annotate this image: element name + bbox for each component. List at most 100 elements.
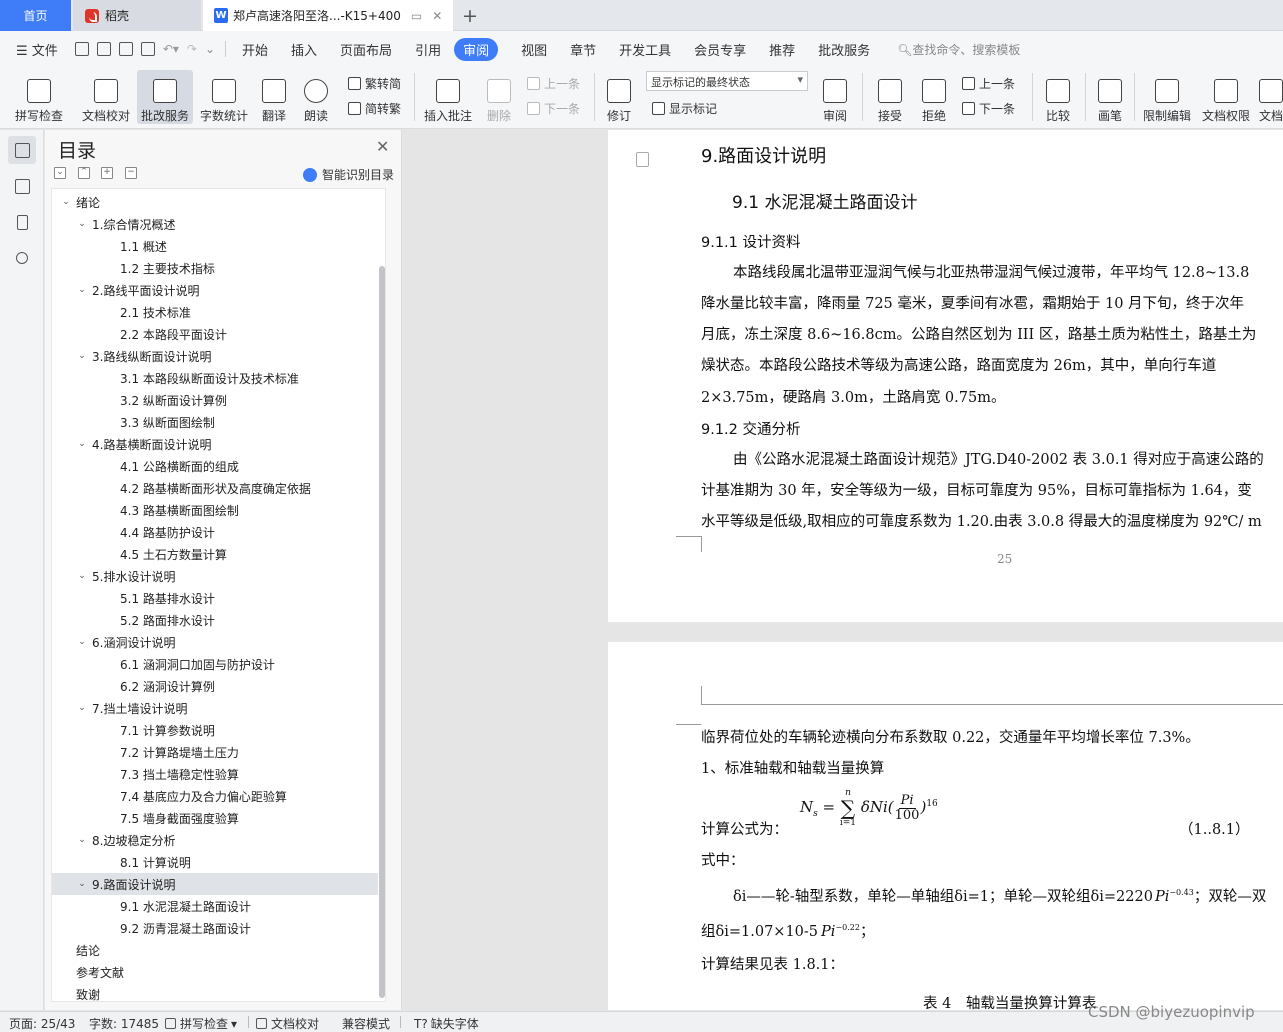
toc-item[interactable]: ⌄ 9.路面设计说明 (52, 873, 378, 895)
read-aloud-button[interactable]: 朗读 (299, 70, 333, 124)
revise-button[interactable]: 修订 (600, 70, 638, 124)
next-change-button[interactable]: 下一条 (962, 100, 1015, 117)
doc-rights-button[interactable]: 文档权限 (1199, 70, 1253, 124)
toc-item[interactable]: 5.2 路面排水设计 (52, 609, 378, 631)
toc-item[interactable]: 7.1 计算参数说明 (52, 719, 378, 741)
toc-item[interactable]: ⌄ 1.综合情况概述 (52, 213, 378, 235)
tab-document[interactable]: W 郑卢高速洛阳至洛...-K15+400 ▭ ✕ (203, 0, 453, 31)
chevron-down-icon[interactable]: ⌄ (76, 219, 88, 229)
toc-item[interactable]: 4.5 土石方数量计算 (52, 543, 378, 565)
toc-item[interactable]: ⌄ 6.涵洞设计说明 (52, 631, 378, 653)
expand-up-icon[interactable]: ⌃ (78, 167, 90, 179)
toc-item[interactable]: 4.4 路基防护设计 (52, 521, 378, 543)
toc-item[interactable]: 9.2 沥青混凝土路面设计 (52, 917, 378, 939)
toc-item[interactable]: 7.2 计算路堤墙土压力 (52, 741, 378, 763)
toc-item[interactable]: 2.1 技术标准 (52, 301, 378, 323)
toc-item[interactable]: ⌄ 绪论 (52, 191, 378, 213)
delete-comment-button[interactable]: 删除 (480, 70, 518, 124)
command-search[interactable]: 🔍︎查找命令、搜索模板 (897, 41, 1020, 58)
trad-to-simp-button[interactable]: 繁转简 (348, 75, 401, 92)
compare-button[interactable]: 比较 (1038, 70, 1078, 124)
chevron-down-icon[interactable]: ⌄ (60, 197, 72, 207)
toc-item[interactable]: 7.4 基底应力及合力偏心距验算 (52, 785, 378, 807)
markup-display-select[interactable]: 显示标记的最终状态 (646, 71, 808, 91)
bookmark-panel-button[interactable] (8, 208, 36, 236)
toc-item[interactable]: ⌄ 3.路线纵断面设计说明 (52, 345, 378, 367)
status-spell-check[interactable]: 拼写检查 ▾ (165, 1015, 237, 1032)
toc-panel-button[interactable] (8, 136, 36, 164)
chevron-down-icon[interactable]: ⌄ (76, 835, 88, 845)
chevron-down-icon[interactable]: ⌄ (76, 351, 88, 361)
navigation-panel-button[interactable] (8, 172, 36, 200)
translate-button[interactable]: 翻译 (256, 70, 292, 124)
toc-item[interactable]: 6.1 涵洞洞口加固与防护设计 (52, 653, 378, 675)
toc-item[interactable]: 1.2 主要技术指标 (52, 257, 378, 279)
tab-home[interactable]: 首页 (0, 0, 71, 31)
page-indicator[interactable]: 页面: 25/43 (9, 1015, 75, 1032)
word-count-indicator[interactable]: 字数: 17485 (89, 1015, 159, 1032)
menu-correction[interactable]: 批改服务 (818, 40, 870, 59)
prev-change-button[interactable]: 上一条 (962, 75, 1015, 92)
menu-insert[interactable]: 插入 (291, 40, 317, 59)
toc-item[interactable]: 4.1 公路横断面的组成 (52, 455, 378, 477)
menu-references[interactable]: 引用 (415, 40, 441, 59)
new-tab-plus-icon[interactable]: + (462, 5, 478, 27)
page-note-icon[interactable] (636, 152, 649, 167)
toc-item[interactable]: ⌄ 5.排水设计说明 (52, 565, 378, 587)
toc-item[interactable]: 3.3 纵断面图绘制 (52, 411, 378, 433)
toc-item[interactable]: 2.2 本路段平面设计 (52, 323, 378, 345)
show-markup-button[interactable]: 显示标记 (652, 100, 717, 117)
print-preview-icon[interactable] (140, 42, 155, 56)
chevron-down-icon[interactable]: ⌄ (76, 439, 88, 449)
toc-item[interactable]: 参考文献 (52, 961, 378, 983)
chevron-down-icon[interactable]: ⌄ (76, 703, 88, 713)
save-icon[interactable] (74, 42, 89, 56)
accept-button[interactable]: 接受 (870, 70, 910, 124)
menu-start[interactable]: 开始 (242, 40, 268, 59)
close-icon[interactable]: ✕ (376, 137, 389, 156)
quick-access-chevron-icon[interactable]: ⌄ (205, 42, 215, 56)
toc-item[interactable]: 5.1 路基排水设计 (52, 587, 378, 609)
tab-daoke[interactable]: 稻壳 (73, 0, 201, 31)
doc-more-button[interactable]: 文档 (1259, 70, 1283, 124)
status-proofread[interactable]: 文档校对 (256, 1015, 319, 1032)
toc-item[interactable]: 结论 (52, 939, 378, 961)
remove-level-icon[interactable]: − (125, 167, 137, 179)
reject-button[interactable]: 拒绝 (914, 70, 954, 124)
chevron-down-icon[interactable]: ⌄ (76, 879, 88, 889)
review-pane-button[interactable]: 审阅 (815, 70, 855, 124)
print-icon[interactable] (118, 42, 133, 56)
word-count-button[interactable]: 字数统计 (197, 70, 251, 124)
toc-item[interactable]: ⌄ 4.路基横断面设计说明 (52, 433, 378, 455)
pen-button[interactable]: 画笔 (1093, 70, 1127, 124)
redo-icon[interactable]: ↷ (187, 42, 197, 56)
proofread-button[interactable]: 文档校对 (77, 70, 135, 124)
next-comment-button[interactable]: 下一条 (527, 100, 580, 117)
chevron-down-icon[interactable]: ⌄ (76, 285, 88, 295)
toc-item[interactable]: 3.1 本路段纵断面设计及技术标准 (52, 367, 378, 389)
review-service-button[interactable]: 批改服务 (137, 70, 193, 124)
insert-comment-button[interactable]: 插入批注 (421, 70, 475, 124)
spell-check-button[interactable]: 拼写检查 (8, 70, 70, 124)
toc-item[interactable]: 8.1 计算说明 (52, 851, 378, 873)
menu-view[interactable]: 视图 (521, 40, 547, 59)
chevron-down-icon[interactable]: ⌄ (76, 637, 88, 647)
chevron-down-icon[interactable]: ⌄ (76, 571, 88, 581)
toc-scrollbar[interactable] (379, 266, 385, 998)
tab-screen-icon[interactable]: ▭ (411, 9, 422, 23)
toc-item[interactable]: 1.1 概述 (52, 235, 378, 257)
toc-item[interactable]: ⌄ 2.路线平面设计说明 (52, 279, 378, 301)
simp-to-trad-button[interactable]: 简转繁 (348, 100, 401, 117)
toc-item[interactable]: 9.1 水泥混凝土路面设计 (52, 895, 378, 917)
toc-item[interactable]: ⌄ 8.边坡稳定分析 (52, 829, 378, 851)
restrict-editing-button[interactable]: 限制编辑 (1140, 70, 1194, 124)
toc-item[interactable]: 4.2 路基横断面形状及高度确定依据 (52, 477, 378, 499)
menu-member[interactable]: 会员专享 (694, 40, 746, 59)
toc-item[interactable]: 7.3 挡土墙稳定性验算 (52, 763, 378, 785)
toc-item[interactable]: 6.2 涵洞设计算例 (52, 675, 378, 697)
collapse-all-icon[interactable]: ⌄ (54, 167, 66, 179)
export-icon[interactable] (96, 42, 111, 56)
smart-toc-button[interactable]: 智能识别目录 (303, 166, 394, 183)
file-menu[interactable]: ☰ 文件 (16, 40, 58, 59)
toc-item[interactable]: 致谢 (52, 983, 378, 1005)
